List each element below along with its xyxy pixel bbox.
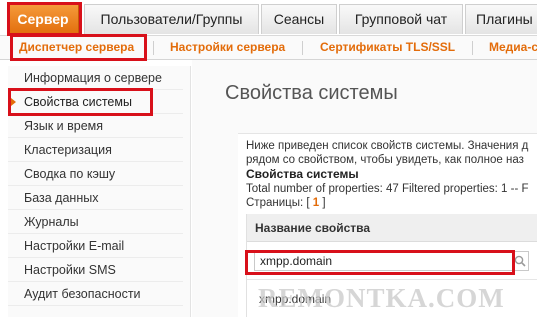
subtab-divider	[153, 41, 154, 55]
subtab-server-settings[interactable]: Настройки сервера	[170, 36, 285, 59]
column-header-property-name[interactable]: Название свойства	[247, 214, 537, 242]
top-tab-bar: Сервер Пользователи/Группы Сеансы Группо…	[0, 0, 537, 36]
pagination-label: Страницы: [	[246, 197, 310, 209]
tab-plugins[interactable]: Плагины	[465, 4, 537, 34]
filter-row	[247, 242, 537, 280]
triangle-right-icon	[11, 98, 16, 106]
sub-tab-bar: Диспетчер сервера Настройки сервера Серт…	[0, 36, 537, 60]
subtab-divider	[472, 41, 473, 55]
watermark: REMONTKA.COM	[258, 283, 505, 313]
sidebar-item-system-properties[interactable]: Свойства системы	[8, 90, 183, 114]
description-line: рядом со свойством, чтобы увидеть, как п…	[246, 154, 524, 166]
subtab-tls-certificates[interactable]: Сертификаты TLS/SSL	[320, 36, 455, 59]
sidebar-item-label: Информация о сервере	[24, 71, 162, 85]
section-title: Свойства системы	[246, 167, 359, 181]
sidebar-item-sms-settings[interactable]: Настройки SMS	[8, 258, 183, 282]
properties-count: Total number of properties: 47 Filtered …	[246, 183, 529, 195]
sidebar-item-cache-summary[interactable]: Сводка по кэшу	[8, 162, 183, 186]
pagination-bracket: ]	[322, 197, 326, 209]
sidebar-item-security-audit[interactable]: Аудит безопасности	[8, 282, 183, 306]
subtab-server-manager[interactable]: Диспетчер сервера	[19, 36, 134, 59]
sidebar-item-language-time[interactable]: Язык и время	[8, 114, 183, 138]
description-line: Ниже приведен список свойств системы. Зн…	[246, 140, 529, 152]
sidebar: Информация о сервере Свойства системы Яз…	[8, 66, 191, 317]
tab-server[interactable]: Сервер	[7, 4, 79, 34]
sidebar-item-label: База данных	[24, 191, 99, 205]
sidebar-item-email-settings[interactable]: Настройки E-mail	[8, 234, 183, 258]
search-icon[interactable]	[514, 255, 526, 267]
sidebar-item-label: Аудит безопасности	[24, 287, 141, 301]
subtab-divider	[302, 41, 303, 55]
sidebar-item-label: Сводка по кэшу	[24, 167, 116, 181]
sidebar-item-label: Журналы	[24, 215, 79, 229]
tab-group-chat[interactable]: Групповой чат	[339, 4, 463, 34]
sidebar-item-clustering[interactable]: Кластеризация	[8, 138, 183, 162]
main-content: Свойства системы Ниже приведен список св…	[192, 60, 537, 317]
sidebar-item-label: Настройки E-mail	[24, 239, 125, 253]
description: Ниже приведен список свойств системы. Зн…	[246, 139, 528, 167]
sidebar-item-label: Настройки SMS	[24, 263, 116, 277]
subtab-media[interactable]: Медиа-с	[489, 36, 537, 59]
tab-sessions[interactable]: Сеансы	[261, 4, 337, 34]
pagination: Страницы: [ 1 ]	[246, 197, 326, 209]
sidebar-item-logs[interactable]: Журналы	[8, 210, 183, 234]
page-title: Свойства системы	[225, 82, 398, 104]
tab-users-groups[interactable]: Пользователи/Группы	[84, 4, 259, 34]
sidebar-item-label: Свойства системы	[24, 95, 132, 109]
property-filter-input[interactable]	[254, 251, 529, 271]
sidebar-item-label: Язык и время	[24, 119, 104, 133]
page-link-1[interactable]: 1	[313, 197, 319, 209]
sidebar-item-label: Кластеризация	[24, 143, 112, 157]
sidebar-item-server-info[interactable]: Информация о сервере	[8, 66, 183, 90]
sidebar-item-database[interactable]: База данных	[8, 186, 183, 210]
